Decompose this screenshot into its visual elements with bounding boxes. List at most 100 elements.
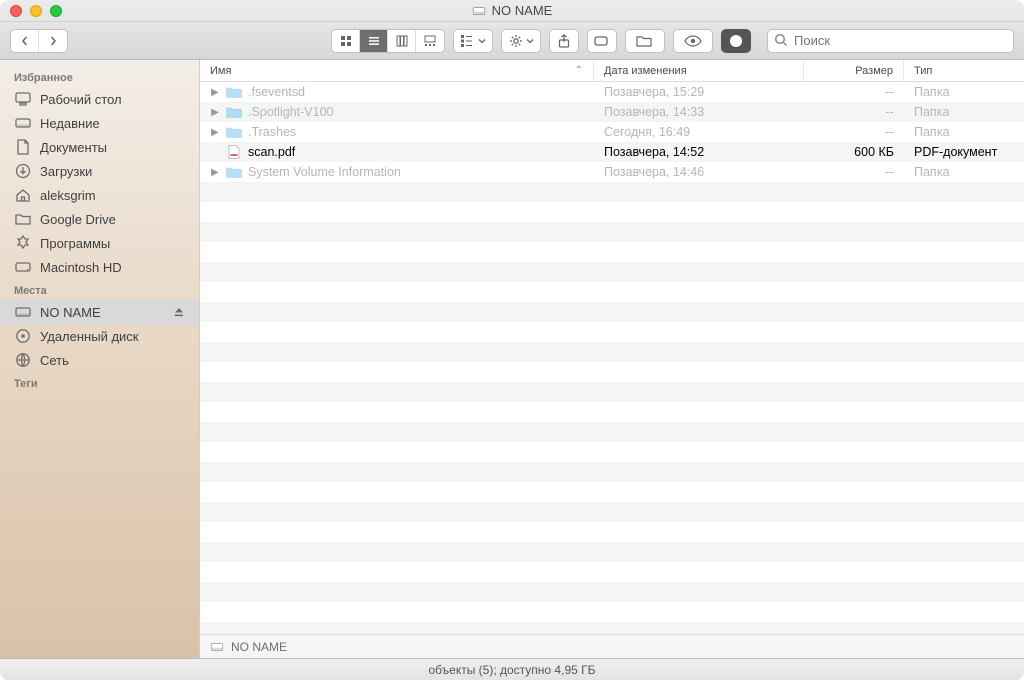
column-view-button[interactable] [388,30,416,52]
favorites-header: Избранное [0,66,199,87]
search-input[interactable] [767,29,1014,53]
status-bar: объекты (5); доступно 4,95 ГБ [0,658,1024,680]
minimize-button[interactable] [30,5,42,17]
sidebar-item-label: Сеть [40,353,69,368]
sidebar-item-apps[interactable]: Программы [0,231,199,255]
new-folder-button[interactable] [625,29,665,53]
sidebar-item-label: Документы [40,140,107,155]
file-date: Сегодня, 16:49 [594,125,804,139]
downloads-icon [14,162,32,180]
col-size[interactable]: Размер [804,60,904,81]
folder-icon [226,125,242,139]
sidebar-item-downloads[interactable]: Загрузки [0,159,199,183]
network-icon [14,351,32,369]
file-date: Позавчера, 14:52 [594,145,804,159]
col-name[interactable]: Имя ⌃ [200,60,594,81]
col-name-label: Имя [210,65,231,77]
sidebar-item-document[interactable]: Документы [0,135,199,159]
col-date-label: Дата изменения [604,65,687,77]
sidebar-item-label: Рабочий стол [40,92,122,107]
sidebar-item-folder[interactable]: Google Drive [0,207,199,231]
info-button[interactable] [721,29,751,53]
disk-ext-icon [14,303,32,321]
gallery-view-button[interactable] [416,30,444,52]
file-name: scan.pdf [248,145,295,159]
window-body: Избранное Рабочий стол Недавние Документы З… [0,60,1024,658]
file-type: Папка [904,85,1024,99]
forward-button[interactable] [39,30,67,52]
path-label: NO NAME [231,640,287,654]
sidebar-item-label: aleksgrim [40,188,96,203]
search-icon [774,33,788,47]
sidebar-item-desktop[interactable]: Рабочий стол [0,87,199,111]
disclosure-triangle-icon[interactable]: ▶ [210,87,220,98]
file-date: Позавчера, 15:29 [594,85,804,99]
disk-icon [14,114,32,132]
file-size: -- [804,165,904,179]
traffic-lights [10,5,62,17]
file-row[interactable]: ▶ scan.pdf Позавчера, 14:52 600 КБ PDF-д… [200,142,1024,162]
sidebar-item-disk-ext[interactable]: NO NAME [0,300,199,324]
action-button[interactable] [501,29,541,53]
disclosure-triangle-icon[interactable]: ▶ [210,127,220,138]
sidebar: Избранное Рабочий стол Недавние Документы З… [0,60,200,658]
sidebar-item-remote[interactable]: Удаленный диск [0,324,199,348]
col-date[interactable]: Дата изменения [594,60,804,81]
sidebar-item-label: Недавние [40,116,100,131]
file-row[interactable]: ▶ .fseventsd Позавчера, 15:29 -- Папка [200,82,1024,102]
sidebar-item-label: Google Drive [40,212,116,227]
file-type: Папка [904,105,1024,119]
sidebar-item-label: Программы [40,236,110,251]
eject-icon[interactable] [173,306,185,318]
file-name: .Spotlight-V100 [248,105,333,119]
window-title: NO NAME [472,3,553,18]
maximize-button[interactable] [50,5,62,17]
share-button[interactable] [549,29,579,53]
sidebar-item-network[interactable]: Сеть [0,348,199,372]
icon-view-button[interactable] [332,30,360,52]
folder-icon [226,165,242,179]
file-list-pane: Имя ⌃ Дата изменения Размер Тип ▶ .fseve… [200,60,1024,658]
sidebar-item-home[interactable]: aleksgrim [0,183,199,207]
file-row[interactable]: ▶ .Trashes Сегодня, 16:49 -- Папка [200,122,1024,142]
sidebar-item-label: NO NAME [40,305,101,320]
back-button[interactable] [11,30,39,52]
file-row[interactable]: ▶ .Spotlight-V100 Позавчера, 14:33 -- Па… [200,102,1024,122]
desktop-icon [14,90,32,108]
document-icon [14,138,32,156]
file-rows[interactable]: ▶ .fseventsd Позавчера, 15:29 -- Папка ▶… [200,82,1024,634]
disk-icon [210,640,224,654]
sidebar-item-disk[interactable]: Недавние [0,111,199,135]
search-field-wrap [767,29,1014,53]
sidebar-item-label: Macintosh HD [40,260,122,275]
path-bar[interactable]: NO NAME [200,634,1024,658]
home-icon [14,186,32,204]
disclosure-triangle-icon[interactable]: ▶ [210,107,220,118]
col-type-label: Тип [914,65,932,77]
file-row[interactable]: ▶ System Volume Information Позавчера, 1… [200,162,1024,182]
col-type[interactable]: Тип [904,60,1024,81]
sidebar-item-label: Загрузки [40,164,92,179]
file-size: 600 КБ [804,145,904,159]
group-by-button[interactable] [453,29,493,53]
col-size-label: Размер [855,65,893,77]
file-type: PDF-документ [904,145,1024,159]
sort-indicator-icon: ⌃ [575,65,583,76]
close-button[interactable] [10,5,22,17]
list-view-button[interactable] [360,30,388,52]
file-size: -- [804,125,904,139]
disclosure-triangle-icon[interactable]: ▶ [210,167,220,178]
tags-header: Теги [0,372,199,393]
file-name: .fseventsd [248,85,305,99]
toolbar [0,22,1024,60]
quick-look-button[interactable] [673,29,713,53]
hdd-icon [14,258,32,276]
folder-icon [226,85,242,99]
file-name: System Volume Information [248,165,401,179]
tags-button[interactable] [587,29,617,53]
window-title-text: NO NAME [492,3,553,18]
sidebar-item-hdd[interactable]: Macintosh HD [0,255,199,279]
disk-icon [472,4,486,18]
titlebar: NO NAME [0,0,1024,22]
apps-icon [14,234,32,252]
